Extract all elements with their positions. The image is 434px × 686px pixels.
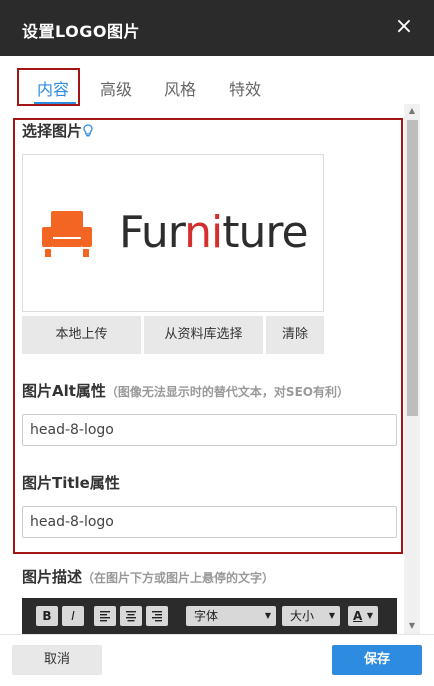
vertical-scrollbar[interactable]: ▲ ▼ (404, 104, 420, 634)
chevron-down-icon: ▼ (328, 611, 335, 620)
tab-style[interactable]: 风格 (164, 76, 196, 100)
text-color-icon: A (353, 609, 363, 623)
scrollbar-thumb[interactable] (407, 120, 418, 416)
select-image-label-text: 选择图片 (22, 122, 83, 140)
rich-text-editor-toolbar: B I 字体 ▼ 大小 ▼ A ▼ (22, 598, 397, 634)
alt-attribute-label: 图片Alt属性（图像无法显示时的替代文本，对SEO有利） (22, 380, 349, 401)
image-action-buttons: 本地上传 从资料库选择 清除 (22, 316, 324, 354)
brand-prefix: Fur (119, 207, 185, 258)
close-icon[interactable]: × (392, 14, 416, 40)
logo-settings-dialog: 设置LOGO图片 × 内容 高级 风格 特效 选择图片 Furniture 本地… (0, 0, 434, 686)
title-attribute-label: 图片Title属性 (22, 474, 120, 492)
brand-highlight: ni (184, 207, 223, 258)
save-button[interactable]: 保存 (332, 645, 422, 675)
align-center-icon[interactable] (120, 606, 142, 626)
brand-wordmark: Furniture (119, 207, 309, 258)
font-size-select-value: 大小 (290, 609, 315, 623)
tab-highlight-box (17, 68, 80, 106)
select-from-library-button[interactable]: 从资料库选择 (144, 316, 263, 354)
lightbulb-icon[interactable] (83, 124, 93, 142)
italic-button[interactable]: I (62, 606, 84, 626)
dialog-titlebar: 设置LOGO图片 × (0, 0, 434, 56)
alt-attribute-hint: （图像无法显示时的替代文本，对SEO有利） (105, 385, 349, 399)
brand-suffix: ture (222, 207, 308, 258)
cancel-button[interactable]: 取消 (12, 645, 102, 675)
scroll-up-icon[interactable]: ▲ (407, 106, 417, 116)
font-size-select[interactable]: 大小 ▼ (282, 606, 340, 626)
clear-image-button[interactable]: 清除 (266, 316, 324, 354)
title-attribute-input[interactable]: head-8-logo (22, 506, 397, 538)
image-preview[interactable]: Furniture (22, 154, 324, 312)
image-description-label: 图片描述（在图片下方或图片上悬停的文字） (22, 566, 274, 587)
font-family-select[interactable]: 字体 ▼ (186, 606, 276, 626)
chevron-down-icon: ▼ (264, 611, 271, 620)
chevron-down-icon: ▼ (366, 611, 373, 620)
align-left-icon[interactable] (94, 606, 116, 626)
dialog-footer: 取消 保存 (0, 634, 434, 686)
align-right-icon[interactable] (146, 606, 168, 626)
alt-attribute-label-text: 图片Alt属性 (22, 382, 106, 400)
bold-button[interactable]: B (36, 606, 58, 626)
image-description-label-text: 图片描述 (22, 568, 83, 586)
scroll-down-icon[interactable]: ▼ (407, 621, 417, 631)
image-description-hint: （在图片下方或图片上悬停的文字） (82, 571, 275, 585)
font-family-select-value: 字体 (194, 609, 219, 623)
armchair-icon (42, 211, 92, 257)
alt-attribute-input[interactable]: head-8-logo (22, 414, 397, 446)
text-color-button[interactable]: A ▼ (348, 606, 378, 626)
select-image-label: 选择图片 (22, 120, 93, 142)
content-panel: 选择图片 Furniture 本地上传 从资料库选择 清除 图片Alt属性（图像… (0, 104, 404, 634)
dialog-title: 设置LOGO图片 (22, 22, 140, 41)
tab-advanced[interactable]: 高级 (100, 76, 132, 100)
tab-effects[interactable]: 特效 (229, 76, 261, 100)
upload-local-button[interactable]: 本地上传 (22, 316, 141, 354)
